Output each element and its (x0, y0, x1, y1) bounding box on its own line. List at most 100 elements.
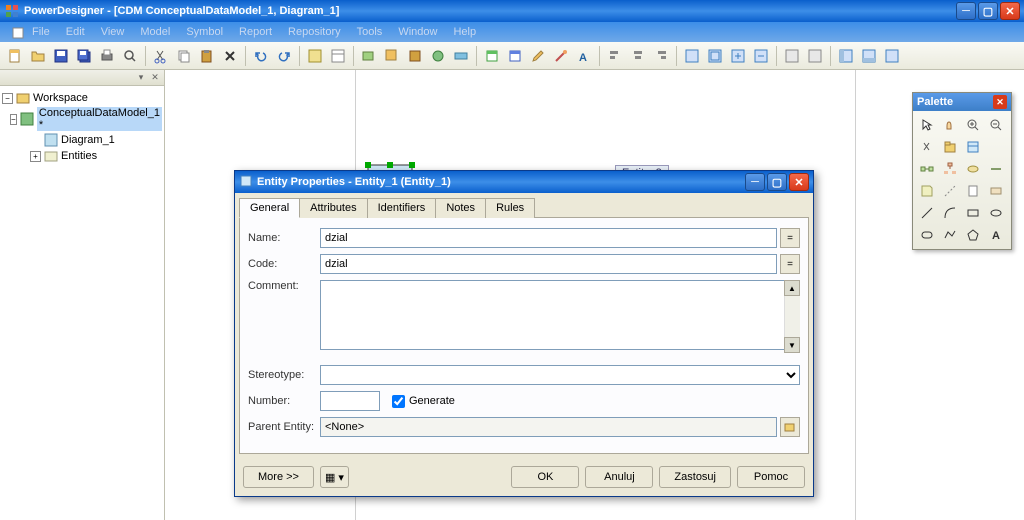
menu-model[interactable]: Model (132, 24, 178, 40)
menu-button[interactable]: ▦ ▾ (320, 466, 349, 488)
dialog-maximize-button[interactable]: ▢ (767, 173, 787, 191)
menu-repository[interactable]: Repository (280, 24, 349, 40)
generate-checkbox[interactable] (392, 395, 405, 408)
ellipse-icon[interactable] (986, 203, 1006, 223)
name-field[interactable] (320, 228, 777, 248)
preview-icon[interactable] (119, 45, 141, 67)
zoom-4-icon[interactable] (750, 45, 772, 67)
cut-icon[interactable] (150, 45, 172, 67)
round-rect-icon[interactable] (917, 225, 937, 245)
rect-icon[interactable] (963, 203, 983, 223)
tab-general[interactable]: General (239, 198, 300, 218)
tree-model[interactable]: − ConceptualDataModel_1 * (2, 106, 162, 132)
arc-icon[interactable] (940, 203, 960, 223)
pencil-icon[interactable] (527, 45, 549, 67)
entity-icon[interactable] (963, 137, 983, 157)
menu-report[interactable]: Report (231, 24, 280, 40)
menu-view[interactable]: View (93, 24, 133, 40)
menu-edit[interactable]: Edit (58, 24, 93, 40)
minimize-button[interactable]: ─ (956, 2, 976, 20)
redo-icon[interactable] (273, 45, 295, 67)
polyline-icon[interactable] (940, 225, 960, 245)
menu-window[interactable]: Window (390, 24, 445, 40)
maximize-button[interactable]: ▢ (978, 2, 998, 20)
title-icon[interactable] (986, 181, 1006, 201)
association-icon[interactable] (963, 159, 983, 179)
menu-symbol[interactable]: Symbol (178, 24, 231, 40)
scroll-down-icon[interactable]: ▼ (784, 337, 800, 353)
tool-f-icon[interactable] (481, 45, 503, 67)
panel-3-icon[interactable] (881, 45, 903, 67)
dialog-close-button[interactable]: ✕ (789, 173, 809, 191)
parent-browse-button[interactable] (780, 417, 800, 437)
undo-icon[interactable] (250, 45, 272, 67)
name-options-button[interactable]: = (780, 228, 800, 248)
view-1-icon[interactable] (781, 45, 803, 67)
grab-icon[interactable] (940, 115, 960, 135)
open-icon[interactable] (27, 45, 49, 67)
save-icon[interactable] (50, 45, 72, 67)
tool-e-icon[interactable] (450, 45, 472, 67)
more-button[interactable]: More >> (243, 466, 314, 488)
number-field[interactable] (320, 391, 380, 411)
align-l-icon[interactable] (604, 45, 626, 67)
link-icon[interactable] (986, 159, 1006, 179)
file-icon[interactable] (963, 181, 983, 201)
tool-g-icon[interactable] (504, 45, 526, 67)
menu-tools[interactable]: Tools (349, 24, 391, 40)
zoom-2-icon[interactable] (704, 45, 726, 67)
paste-icon[interactable] (196, 45, 218, 67)
cut-tool-icon[interactable] (917, 137, 937, 157)
pointer-icon[interactable] (917, 115, 937, 135)
palette-window[interactable]: Palette ✕ A (912, 92, 1012, 250)
tree-entities[interactable]: + Entities (2, 148, 162, 164)
zoom-1-icon[interactable] (681, 45, 703, 67)
new-icon[interactable] (4, 45, 26, 67)
tool-b-icon[interactable] (381, 45, 403, 67)
tab-attributes[interactable]: Attributes (299, 198, 367, 218)
tree-expand-icon[interactable]: + (30, 151, 41, 162)
view-2-icon[interactable] (804, 45, 826, 67)
tree-collapse-icon[interactable]: − (2, 93, 13, 104)
close-button[interactable]: ✕ (1000, 2, 1020, 20)
package-icon[interactable] (940, 137, 960, 157)
blank-icon[interactable] (986, 137, 1006, 157)
menu-help[interactable]: Help (445, 24, 484, 40)
zoom-in-icon[interactable] (963, 115, 983, 135)
dialog-titlebar[interactable]: Entity Properties - Entity_1 (Entity_1) … (235, 171, 813, 193)
dialog-minimize-button[interactable]: ─ (745, 173, 765, 191)
menu-file[interactable]: File (24, 24, 58, 40)
delete-icon[interactable] (219, 45, 241, 67)
tool-d-icon[interactable] (427, 45, 449, 67)
comment-field[interactable] (320, 280, 800, 350)
help-button[interactable]: Pomoc (737, 466, 805, 488)
scroll-up-icon[interactable]: ▲ (784, 280, 800, 296)
tool-a-icon[interactable] (358, 45, 380, 67)
palette-titlebar[interactable]: Palette ✕ (913, 93, 1011, 111)
palette-close-icon[interactable]: ✕ (993, 95, 1007, 109)
props-icon[interactable] (327, 45, 349, 67)
tool-c-icon[interactable] (404, 45, 426, 67)
align-c-icon[interactable] (627, 45, 649, 67)
code-options-button[interactable]: = (780, 254, 800, 274)
zoom-3-icon[interactable] (727, 45, 749, 67)
line-icon[interactable] (917, 203, 937, 223)
tree-close-icon[interactable]: ✕ (148, 70, 162, 84)
find-icon[interactable] (304, 45, 326, 67)
panel-2-icon[interactable] (858, 45, 880, 67)
tab-rules[interactable]: Rules (485, 198, 535, 218)
cancel-button[interactable]: Anuluj (585, 466, 653, 488)
text-icon[interactable]: A (573, 45, 595, 67)
polygon-icon[interactable] (963, 225, 983, 245)
panel-1-icon[interactable] (835, 45, 857, 67)
tree-diagram[interactable]: Diagram_1 (2, 132, 162, 148)
copy-icon[interactable] (173, 45, 195, 67)
tree-collapse-icon[interactable]: − (10, 114, 17, 125)
tab-identifiers[interactable]: Identifiers (367, 198, 437, 218)
tree-root[interactable]: − Workspace (2, 90, 162, 106)
zoom-out-icon[interactable] (986, 115, 1006, 135)
align-r-icon[interactable] (650, 45, 672, 67)
print-icon[interactable] (96, 45, 118, 67)
save-all-icon[interactable] (73, 45, 95, 67)
tree-dropdown-icon[interactable]: ▾ (134, 70, 148, 84)
